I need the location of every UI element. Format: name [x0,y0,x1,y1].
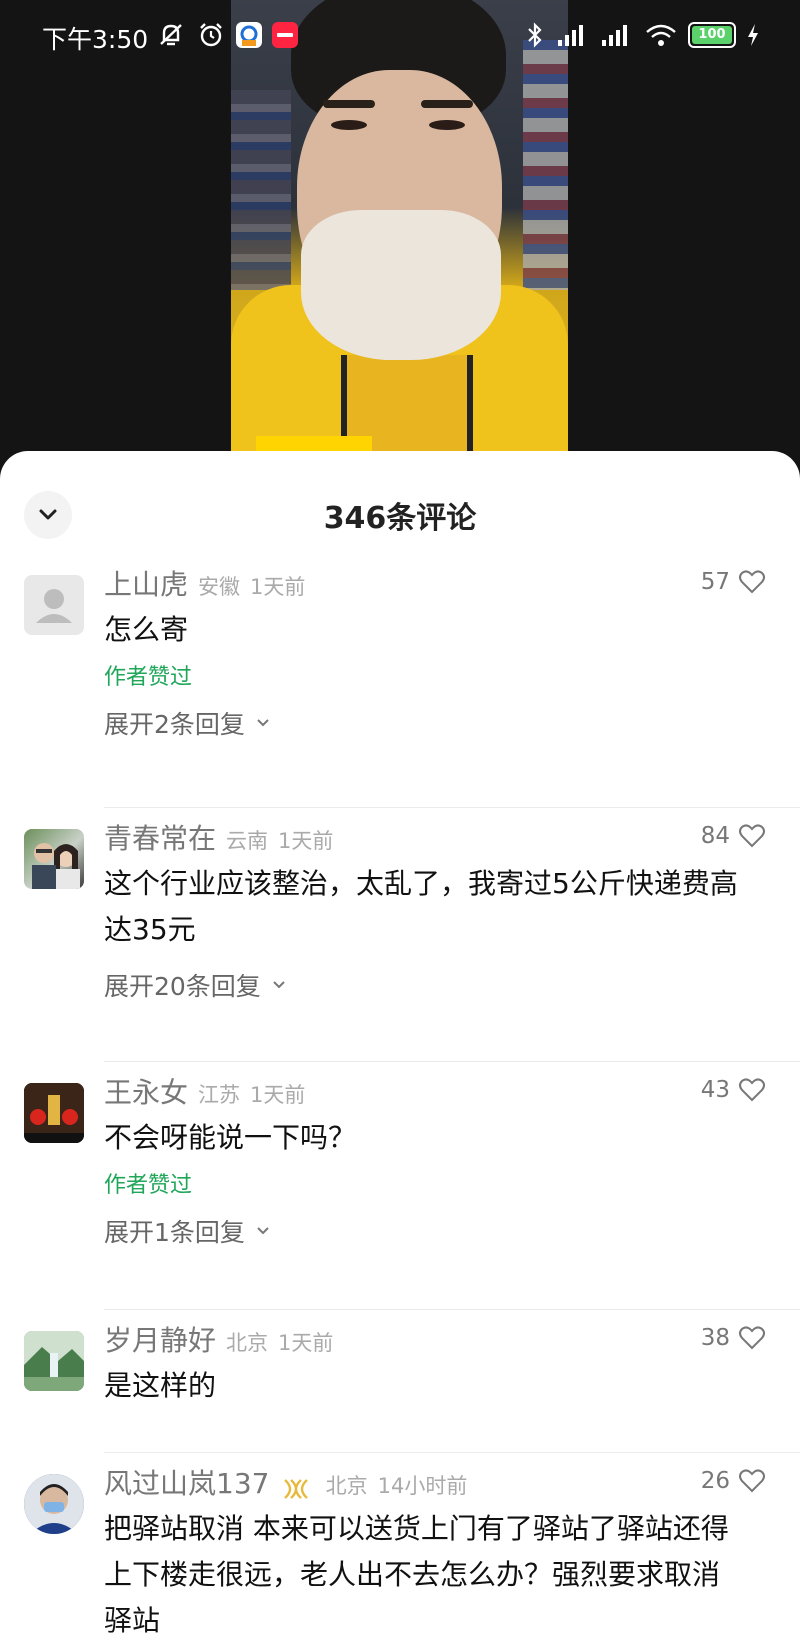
expand-replies-button[interactable]: 展开20条回复 [104,967,740,1003]
author-liked-badge: 作者赞过 [104,1173,193,1198]
like-count: 26 [700,1468,730,1494]
like-count: 57 [700,569,730,595]
left-brow [323,100,375,108]
heart-icon [739,824,765,848]
right-brow [421,100,473,108]
wifi-icon [646,24,676,46]
divider [104,1309,800,1310]
author-liked-badge: 作者赞过 [104,665,193,690]
comment-text[interactable]: 怎么寄 [104,607,740,653]
divider [104,1452,800,1453]
comment-time: 14小时前 [377,1474,468,1498]
comment-location: 江苏 [198,1083,241,1107]
chevron-down-icon [257,719,269,727]
expand-replies-button[interactable]: 展开2条回复 [104,705,740,741]
status-left-icons [156,20,298,50]
avatar[interactable] [24,1474,84,1534]
vip-badge-icon [283,1478,308,1499]
like-button[interactable]: 26 [701,1468,766,1494]
telecom-app-icon [236,22,262,48]
left-eye [331,120,367,130]
default-avatar-icon [36,589,72,623]
right-eye [429,120,465,130]
chevron-down-icon [273,981,285,989]
comment-location: 北京 [325,1474,368,1498]
comment-location: 安徽 [198,575,241,599]
comment-time: 1天前 [278,829,334,853]
battery-icon: 100 [688,22,736,48]
comment-location: 北京 [226,1331,269,1355]
face-mask [301,210,501,360]
mute-bell-icon [160,24,182,46]
expand-replies-label: 展开20条回复 [104,972,261,1001]
like-button[interactable]: 43 [701,1077,766,1103]
charging-icon [748,24,758,46]
comments-count-title: 346条评论 [323,501,477,536]
person-photo-icon [24,1474,84,1534]
heart-icon [739,1078,765,1102]
xiaohongshu-app-icon [272,22,298,48]
username[interactable]: 岁月静好 [104,1324,216,1357]
username[interactable]: 上山虎 [104,568,188,601]
comment-text[interactable]: 把驿站取消 本来可以送货上门有了驿站了驿站还得上下楼走很远，老人出不去怎么办？强… [104,1506,740,1637]
bluetooth-icon [528,22,542,48]
like-count: 43 [700,1077,730,1103]
signal-1-icon [558,25,583,46]
comment-time: 1天前 [250,575,306,599]
alarm-icon [200,23,222,47]
like-button[interactable]: 57 [701,569,766,595]
landscape-photo-icon [24,1331,84,1391]
signal-2-icon [602,25,627,46]
red-decoration-photo-icon [24,1083,84,1143]
username[interactable]: 青春常在 [104,822,216,855]
comment-text[interactable]: 是这样的 [104,1363,740,1409]
expand-replies-label: 展开2条回复 [104,710,245,739]
avatar[interactable] [24,1331,84,1391]
store-shelf-right [523,40,568,290]
chevron-down-icon [257,1227,269,1235]
divider [104,1061,800,1062]
heart-icon [739,570,765,594]
divider [104,807,800,808]
heart-icon [739,1326,765,1350]
comments-sheet: 346条评论 上山虎 安徽 1天前 怎么寄 作者赞过 展开2条回复 57 青春常… [0,451,800,1637]
store-shelf-left [231,90,291,290]
couple-photo-icon [32,843,80,889]
comment-text[interactable]: 这个行业应该整治，太乱了，我寄过5公斤快递费高达35元 [104,861,740,953]
avatar[interactable] [24,575,84,635]
comment-time: 1天前 [278,1331,334,1355]
username[interactable]: 风过山岚137 [104,1467,269,1500]
avatar[interactable] [24,829,84,889]
like-button[interactable]: 38 [701,1325,766,1351]
comment-time: 1天前 [250,1083,306,1107]
like-button[interactable]: 84 [701,823,766,849]
battery-level: 100 [692,26,732,44]
status-bar: 下午3:50 100 [0,0,800,74]
expand-replies-button[interactable]: 展开1条回复 [104,1213,740,1249]
comment-text[interactable]: 不会呀能说一下吗？ [104,1115,740,1161]
username[interactable]: 王永女 [104,1076,188,1109]
status-time: 下午3:50 [42,25,149,54]
like-count: 84 [700,823,730,849]
avatar[interactable] [24,1083,84,1143]
comment-location: 云南 [226,829,269,853]
heart-icon [739,1469,765,1493]
expand-replies-label: 展开1条回复 [104,1218,245,1247]
like-count: 38 [700,1325,730,1351]
status-right-icons: 100 [524,20,760,50]
